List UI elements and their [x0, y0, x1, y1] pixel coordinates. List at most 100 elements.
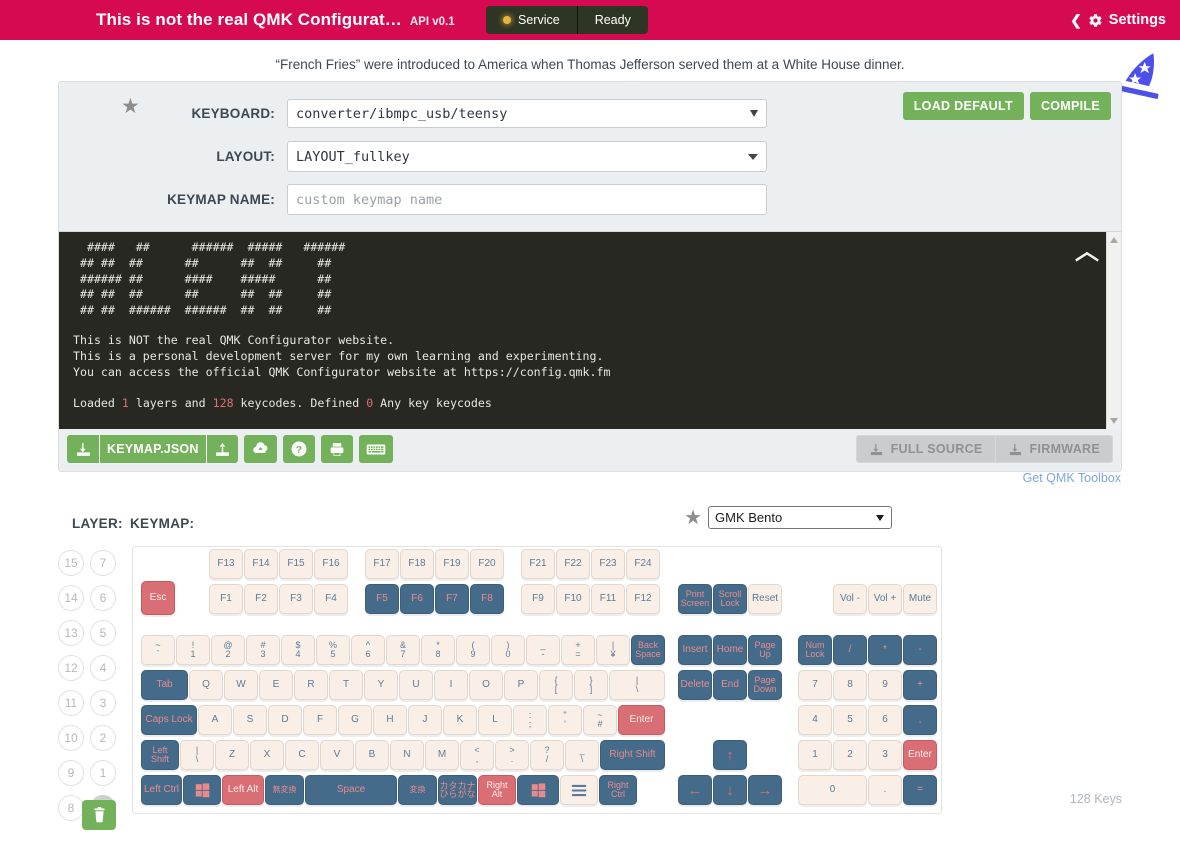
upload-keymap-button[interactable]	[206, 435, 238, 463]
key-⊞[interactable]	[517, 775, 559, 805]
key-p[interactable]: P	[504, 670, 538, 700]
key-#-3[interactable]: #3	[246, 635, 280, 665]
key-"-'[interactable]: "'	[548, 705, 582, 735]
key-.[interactable]: .	[868, 775, 902, 805]
key-}-][interactable]: }]	[574, 670, 608, 700]
key-f3[interactable]: F3	[279, 584, 313, 614]
key-left-shift[interactable]: LeftShift	[141, 740, 179, 770]
key-6[interactable]: 6	[868, 705, 902, 735]
key-reset[interactable]: Reset	[748, 584, 782, 614]
help-button[interactable]: ?	[283, 435, 315, 463]
scroll-down-arrow-icon[interactable]	[1110, 418, 1118, 424]
key-page-down[interactable]: PageDown	[748, 670, 782, 700]
key-f1[interactable]: F1	[209, 584, 243, 614]
layer-button-7[interactable]: 7	[90, 550, 116, 576]
key-f4[interactable]: F4	[314, 584, 348, 614]
key-f16[interactable]: F16	[314, 549, 348, 579]
layer-button-13[interactable]: 13	[58, 620, 84, 646]
key-f14[interactable]: F14	[244, 549, 278, 579]
key-d[interactable]: D	[268, 705, 302, 735]
key-f6[interactable]: F6	[400, 584, 434, 614]
key->-.[interactable]: >.	[495, 740, 529, 770]
keymap-json-button[interactable]: KEYMAP.JSON	[99, 435, 206, 463]
key-f22[interactable]: F22	[556, 549, 590, 579]
scroll-up-arrow-icon[interactable]	[1110, 237, 1118, 243]
key-u[interactable]: U	[399, 670, 433, 700]
keymap-name-input[interactable]: custom keymap name	[287, 184, 767, 215]
compile-button[interactable]: COMPILE	[1030, 92, 1111, 120]
key-home[interactable]: Home	[713, 635, 747, 665]
key-(-9[interactable]: (9	[456, 635, 490, 665]
layer-button-14[interactable]: 14	[58, 585, 84, 611]
key-*-8[interactable]: *8	[421, 635, 455, 665]
key-v[interactable]: V	[320, 740, 354, 770]
key-delete[interactable]: Delete	[678, 670, 712, 700]
virtual-keyboard-button[interactable]	[359, 435, 393, 463]
key-f21[interactable]: F21	[521, 549, 555, 579]
key-→[interactable]: →	[748, 775, 782, 805]
firmware-button[interactable]: FIRMWARE	[996, 436, 1112, 462]
key-j[interactable]: J	[408, 705, 442, 735]
layer-button-4[interactable]: 4	[90, 655, 116, 681]
key-e[interactable]: E	[259, 670, 293, 700]
key-?-/[interactable]: ?/	[530, 740, 564, 770]
key-↑[interactable]: ↑	[713, 740, 747, 770]
keyboard-select[interactable]: converter/ibmpc_usb/teensy	[287, 99, 767, 128]
full-source-button[interactable]: FULL SOURCE	[857, 436, 995, 462]
key-変換[interactable]: 変換	[398, 775, 437, 805]
key-,[interactable]: ,	[903, 705, 937, 735]
key-enter[interactable]: Enter	[618, 705, 665, 735]
key-f11[interactable]: F11	[591, 584, 625, 614]
clear-keymap-button[interactable]	[82, 800, 116, 830]
key-z[interactable]: Z	[215, 740, 249, 770]
key-vol-+[interactable]: Vol +	[868, 584, 902, 614]
key-f[interactable]: F	[303, 705, 337, 735]
layer-button-6[interactable]: 6	[90, 585, 116, 611]
key-r[interactable]: R	[294, 670, 328, 700]
key-f17[interactable]: F17	[365, 549, 399, 579]
key-:-;[interactable]: :;	[513, 705, 547, 735]
key-print-screen[interactable]: PrintScreen	[678, 584, 712, 614]
key-f13[interactable]: F13	[209, 549, 243, 579]
key-g[interactable]: G	[338, 705, 372, 735]
key-f2[interactable]: F2	[244, 584, 278, 614]
layer-button-8[interactable]: 8	[58, 795, 84, 821]
key-o[interactable]: O	[469, 670, 503, 700]
key-!-1[interactable]: !1	[176, 635, 210, 665]
keyboard-layout-canvas[interactable]: EscF13F14F15F16F17F18F19F20F21F22F23F24F…	[132, 546, 942, 814]
key-@-2[interactable]: @2	[211, 635, 245, 665]
status-indicator-group[interactable]: Service Ready	[486, 6, 648, 34]
key-3[interactable]: 3	[868, 740, 902, 770]
key-0[interactable]: 0	[798, 775, 867, 805]
key-&-7[interactable]: &7	[386, 635, 420, 665]
load-default-button[interactable]: LOAD DEFAULT	[903, 92, 1024, 120]
key-k[interactable]: K	[443, 705, 477, 735]
key-=[interactable]: =	[903, 775, 937, 805]
layer-button-15[interactable]: 15	[58, 550, 84, 576]
key-f9[interactable]: F9	[521, 584, 555, 614]
key-<-,[interactable]: <,	[460, 740, 494, 770]
key-$-4[interactable]: $4	[281, 635, 315, 665]
key-|-\[interactable]: |\	[180, 740, 214, 770]
key-f20[interactable]: F20	[470, 549, 504, 579]
cloud-upload-button[interactable]	[244, 435, 277, 463]
key-end[interactable]: End	[713, 670, 747, 700]
key-^-6[interactable]: ^6	[351, 635, 385, 665]
key-*[interactable]: *	[868, 635, 902, 665]
key--[interactable]: -	[903, 635, 937, 665]
key-8[interactable]: 8	[833, 670, 867, 700]
key-f23[interactable]: F23	[591, 549, 625, 579]
key-/[interactable]: /	[833, 635, 867, 665]
key-page-up[interactable]: PageUp	[748, 635, 782, 665]
key-x[interactable]: X	[250, 740, 284, 770]
key-right-ctrl[interactable]: RightCtrl	[599, 775, 637, 805]
key-f19[interactable]: F19	[435, 549, 469, 579]
key-_-\[interactable]: _\	[565, 740, 599, 770]
key-num-lock[interactable]: NumLock	[798, 635, 832, 665]
key-{-[[interactable]: {[	[539, 670, 573, 700]
favorite-keyboard-star-icon[interactable]: ★	[121, 96, 140, 117]
key-right-alt[interactable]: RightAlt	[478, 775, 516, 805]
key-scroll-lock[interactable]: ScrollLock	[713, 584, 747, 614]
key-カタカナ-ひらがな[interactable]: カタカナひらがな	[438, 775, 477, 805]
status-service-cell[interactable]: Service	[486, 6, 577, 34]
